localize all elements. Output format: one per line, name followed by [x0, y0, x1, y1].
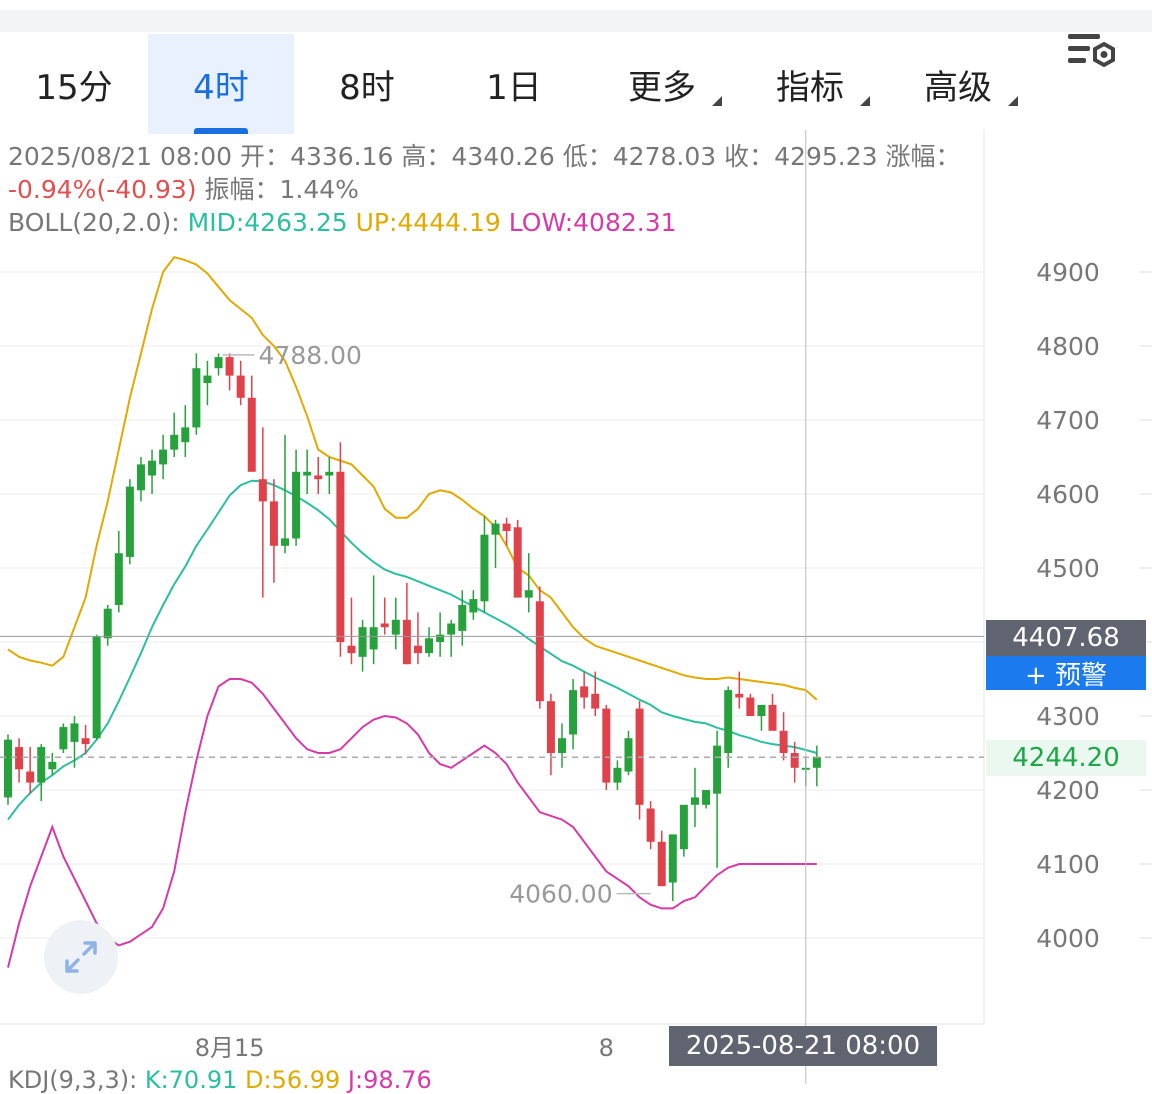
candle-body: [546, 701, 555, 753]
candle-body: [325, 471, 334, 476]
y-tick-label: 4500: [1036, 554, 1100, 583]
candle-body: [469, 599, 478, 613]
x-axis-label: 8月15: [195, 1034, 265, 1062]
candle-body: [181, 427, 190, 443]
candle-body: [779, 730, 788, 753]
candle-body: [613, 767, 622, 783]
candle-body: [148, 460, 157, 476]
candle-body: [59, 727, 68, 750]
candle-body: [436, 634, 445, 642]
candle-body: [480, 534, 489, 602]
candle-body: [92, 636, 101, 739]
candle-body: [358, 627, 367, 657]
candle-body: [657, 841, 666, 887]
candle-body: [602, 708, 611, 783]
y-tick-label: 4200: [1036, 776, 1100, 805]
y-tick-label: 4900: [1036, 258, 1100, 287]
candle-body: [103, 608, 112, 639]
candle-body: [790, 753, 799, 768]
candle-body: [214, 357, 223, 369]
kdj-j-value: J:98.76: [347, 1066, 432, 1094]
candle-body: [314, 475, 323, 480]
candle-body: [513, 527, 522, 598]
y-tick-label: 4800: [1036, 332, 1100, 361]
expand-chart-button[interactable]: [44, 920, 118, 994]
candle-body: [136, 464, 145, 491]
candle-body: [258, 479, 267, 502]
candle-body: [746, 697, 755, 716]
candle-body: [402, 619, 411, 665]
candle-body: [336, 471, 345, 642]
x-axis-label: 8: [599, 1034, 614, 1062]
candle-body: [125, 486, 134, 557]
candle-body: [303, 471, 312, 476]
candle-body: [192, 368, 201, 428]
candle-body: [458, 605, 467, 631]
y-tick-label: 4000: [1036, 924, 1100, 953]
candle-body: [724, 690, 733, 753]
candle-body: [702, 790, 711, 805]
candle-body: [580, 686, 589, 698]
candle-body: [558, 738, 566, 753]
candle-body: [15, 747, 24, 770]
candle-body: [768, 704, 777, 731]
last-price-badge: 4244.20: [986, 740, 1146, 776]
add-alert-button[interactable]: + 预警: [986, 656, 1146, 691]
candle-body: [37, 747, 46, 783]
candle-body: [369, 627, 378, 650]
candle-body: [447, 623, 456, 635]
candle-body: [690, 797, 699, 805]
kdj-k-value: K:70.91: [144, 1066, 238, 1094]
y-tick-label: 4700: [1036, 406, 1100, 435]
max-price-annotation: 4788.00: [259, 341, 362, 370]
candle-body: [812, 756, 821, 768]
candle-body: [713, 745, 722, 794]
candle-body: [247, 397, 256, 472]
candle-body: [81, 738, 90, 745]
candle-body: [281, 538, 289, 546]
kdj-indicator-line: KDJ(9,3,3): K:70.91 D:56.99 J:98.76: [8, 1066, 432, 1094]
candle-body: [225, 357, 234, 376]
candle-body: [491, 523, 500, 535]
candle-body: [535, 601, 544, 702]
kdj-label: KDJ(9,3,3):: [8, 1066, 138, 1094]
expand-icon: [65, 941, 97, 973]
kdj-d-value: D:56.99: [245, 1066, 341, 1094]
boll-upper-line: [7, 256, 818, 701]
candle-body: [502, 523, 511, 531]
candle-body: [425, 638, 434, 654]
candle-body: [26, 771, 35, 783]
y-tick-label: 4600: [1036, 480, 1100, 509]
candle-body: [203, 375, 212, 383]
candle-body: [757, 704, 766, 716]
candle-body: [292, 471, 301, 539]
y-tick-label: 4100: [1036, 850, 1100, 879]
candle-body: [347, 645, 356, 654]
candle-body: [236, 375, 245, 398]
candle-body: [48, 761, 57, 770]
candlestick-chart[interactable]: 4000 4100 4200 4300 4500 4600 4700 4800 4900 4788…: [0, 0, 1152, 1084]
candle-body: [380, 623, 389, 628]
candle-body: [114, 553, 123, 605]
min-price-annotation: 4060.00: [509, 880, 612, 909]
crosshair-time-badge: 2025-08-21 08:00: [669, 1026, 937, 1066]
candle-body: [569, 690, 578, 735]
candle-body: [159, 449, 168, 465]
candle-body: [391, 619, 400, 635]
candle-body: [4, 739, 12, 798]
candle-body: [591, 693, 600, 709]
candle-body: [269, 501, 278, 546]
candle-body: [679, 804, 688, 850]
candle-body: [646, 808, 655, 842]
candle-body: [668, 834, 677, 883]
candle-body: [413, 645, 422, 654]
candle-body: [70, 723, 79, 742]
crosshair-price-badge: 4407.68: [986, 620, 1146, 656]
candle-body: [624, 738, 633, 772]
candle-body: [735, 693, 744, 698]
y-tick-label: 4300: [1036, 702, 1100, 731]
candle-body: [524, 590, 533, 598]
candle-body: [170, 434, 179, 450]
